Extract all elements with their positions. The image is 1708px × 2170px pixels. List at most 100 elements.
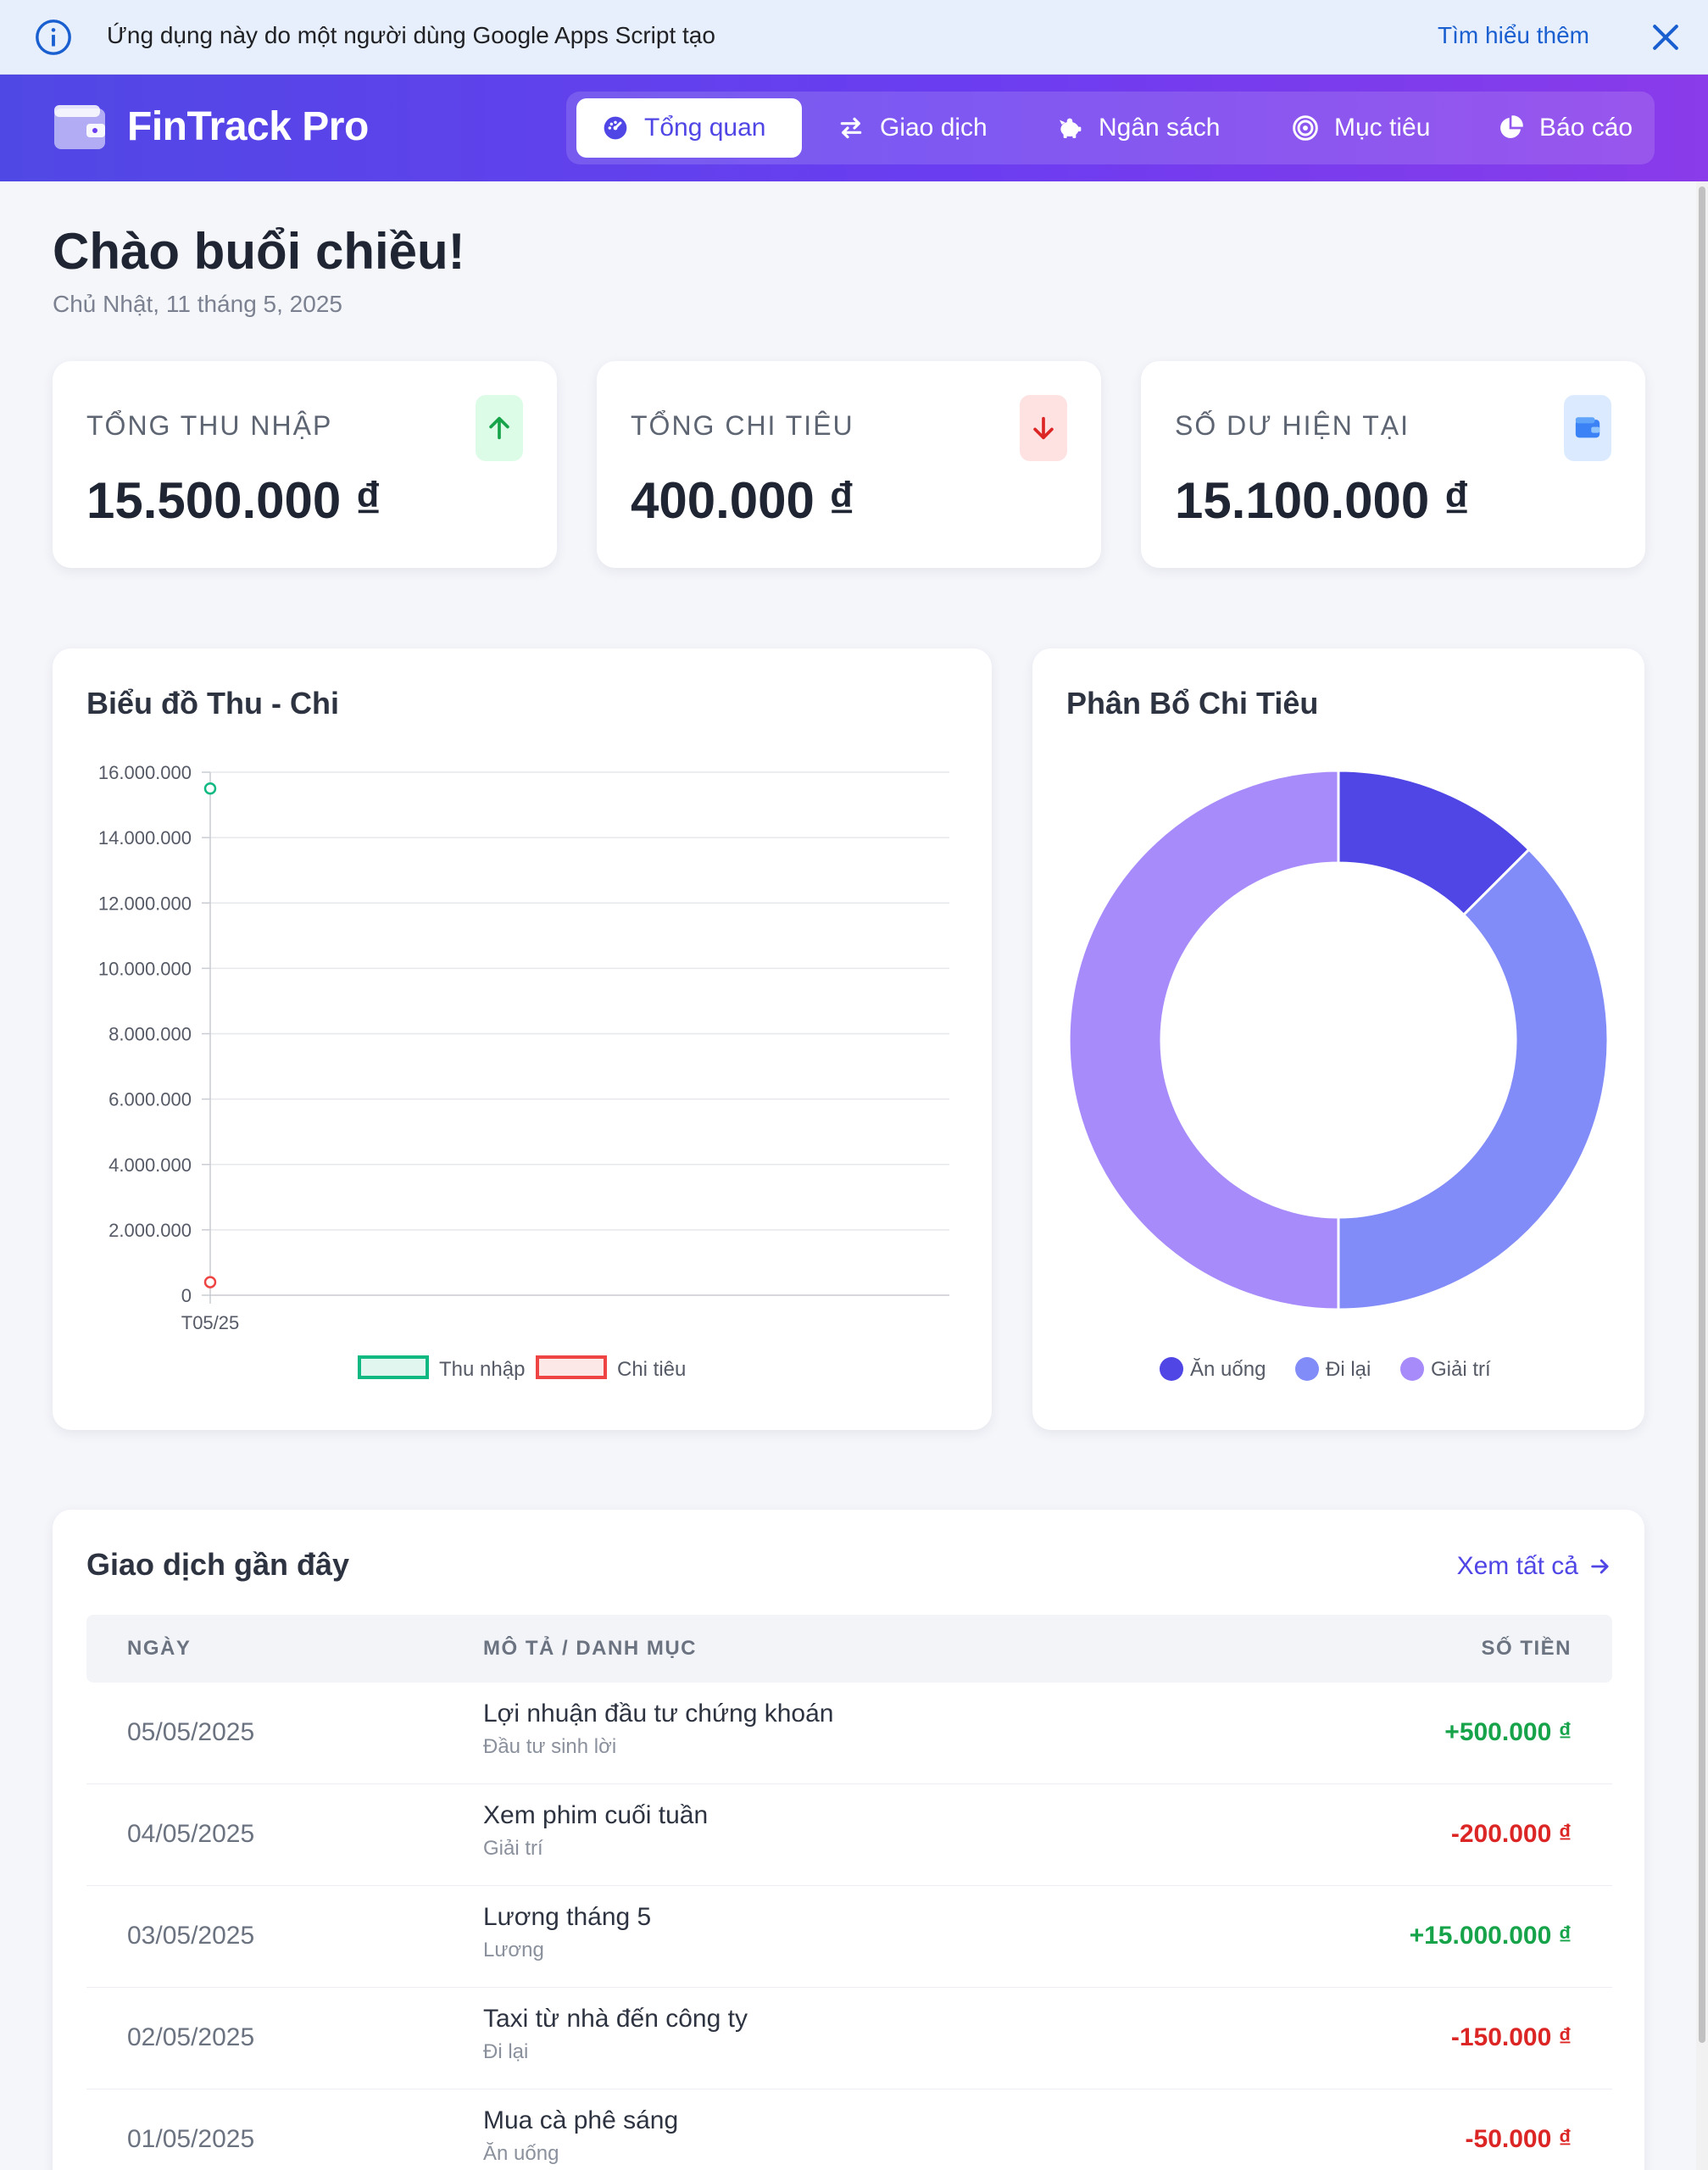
tab-overview-label: Tổng quan	[644, 114, 766, 142]
stat-card-income: TỔNG THU NHẬP 15.500.000 ₫	[53, 361, 557, 568]
table-header: NGÀY MÔ TẢ / DANH MỤC SỐ TIỀN	[86, 1615, 1612, 1683]
tab-goals[interactable]: Mục tiêu	[1266, 98, 1458, 158]
y-tick-label: 12.000.000	[98, 893, 192, 914]
row-amount: +15.000.000 ₫	[1409, 1922, 1572, 1950]
brand-name: FinTrack Pro	[127, 104, 369, 149]
legend-label: Thu nhập	[439, 1358, 525, 1381]
row-category: Đi lại	[483, 2040, 529, 2063]
donut-slice	[1337, 848, 1610, 1311]
stat-value: 15.100.000 ₫	[1175, 472, 1470, 529]
tab-budget[interactable]: Ngân sách	[1031, 98, 1248, 158]
tab-budget-label: Ngân sách	[1099, 114, 1221, 142]
tab-reports-label: Báo cáo	[1539, 114, 1633, 142]
row-description: Lương tháng 5	[483, 1903, 652, 1931]
gauge-icon	[604, 116, 627, 140]
recent-transactions-card: Giao dịch gần đây Xem tất cả NGÀY MÔ TẢ …	[53, 1510, 1644, 2170]
main-nav: Tổng quan Giao dịch Ngân sách Mục tiêu B…	[566, 92, 1655, 164]
row-category: Ăn uống	[483, 2142, 559, 2165]
pie-chart-icon	[1500, 115, 1523, 138]
stat-value: 400.000 ₫	[631, 472, 855, 529]
banner-message: Ứng dụng này do một người dùng Google Ap…	[107, 22, 715, 48]
row-amount: -150.000 ₫	[1450, 2023, 1572, 2051]
expense-donut-chart: Ăn uống Đi lại Giải trí	[1067, 769, 1610, 1381]
tab-goals-label: Mục tiêu	[1334, 114, 1431, 142]
app-header: FinTrack Pro Tổng quan Giao dịch Ngân sá…	[0, 75, 1708, 181]
info-banner: Ứng dụng này do một người dùng Google Ap…	[0, 0, 1708, 75]
row-description: Mua cà phê sáng	[483, 2106, 679, 2134]
stat-value: 15.500.000 ₫	[86, 472, 381, 529]
legend-swatch	[358, 1355, 429, 1379]
stat-icon-box	[476, 395, 523, 461]
transactions-title: Giao dịch gần đây	[86, 1547, 350, 1582]
row-amount: +500.000 ₫	[1444, 1718, 1572, 1746]
exchange-icon	[840, 117, 862, 139]
row-description: Xem phim cuối tuần	[483, 1801, 709, 1829]
page-scrollbar[interactable]	[1696, 181, 1708, 2170]
arrow-down-icon	[1033, 416, 1054, 440]
target-icon	[1293, 115, 1318, 141]
income-expense-chart-card: Biểu đồ Thu - Chi 0 2.000.000 4.000.000 6.0…	[53, 648, 992, 1430]
data-point	[203, 1276, 217, 1288]
y-tick-label: 14.000.000	[98, 827, 192, 849]
y-tick-label: 6.000.000	[108, 1089, 192, 1110]
y-tick-label: 4.000.000	[108, 1155, 192, 1176]
stat-icon-box	[1564, 395, 1611, 461]
table-row[interactable]: 04/05/2025 Xem phim cuối tuần Giải trí -…	[86, 1784, 1612, 1886]
table-row[interactable]: 01/05/2025 Mua cà phê sáng Ăn uống -50.0…	[86, 2089, 1612, 2170]
row-category: Lương	[483, 1939, 544, 1961]
info-icon	[36, 19, 71, 55]
table-row[interactable]: 02/05/2025 Taxi từ nhà đến công ty Đi lạ…	[86, 1988, 1612, 2089]
row-date: 03/05/2025	[127, 1922, 255, 1950]
tab-transactions-label: Giao dịch	[880, 114, 988, 142]
stat-label: TỔNG THU NHẬP	[86, 410, 333, 441]
legend-label: Chi tiêu	[617, 1358, 686, 1381]
stat-label: SỐ DƯ HIỆN TẠI	[1175, 410, 1410, 441]
header-date: NGÀY	[127, 1637, 192, 1660]
row-category: Đầu tư sinh lời	[483, 1735, 617, 1758]
row-amount: -200.000 ₫	[1450, 1820, 1572, 1848]
legend-swatch	[536, 1355, 607, 1379]
y-tick-label: 16.000.000	[98, 762, 192, 783]
header-description: MÔ TẢ / DANH MỤC	[483, 1637, 697, 1660]
piggy-bank-icon	[1060, 118, 1082, 138]
row-amount: -50.000 ₫	[1465, 2125, 1572, 2153]
stat-card-expense: TỔNG CHI TIÊU 400.000 ₫	[597, 361, 1101, 568]
tab-transactions[interactable]: Giao dịch	[812, 98, 1015, 158]
page-title: Chào buổi chiều!	[53, 223, 465, 280]
tab-overview[interactable]: Tổng quan	[576, 98, 802, 158]
arrow-up-icon	[489, 416, 509, 440]
row-date: 05/05/2025	[127, 1718, 255, 1746]
stat-icon-box	[1020, 395, 1067, 461]
row-description: Taxi từ nhà đến công ty	[483, 2005, 748, 2033]
legend-label: Giải trí	[1431, 1358, 1491, 1381]
x-tick-label: T05/25	[181, 1312, 240, 1333]
scrollbar-thumb[interactable]	[1699, 186, 1705, 2043]
y-tick-label: 8.000.000	[108, 1024, 192, 1045]
income-expense-line-chart: 0 2.000.000 4.000.000 6.000.000 8.000.000 10.…	[98, 762, 949, 1381]
donut-slice	[1067, 769, 1340, 1311]
expense-distribution-card: Phân Bổ Chi Tiêu Ăn uống Đi lại Giải trí	[1032, 648, 1644, 1430]
current-date: Chủ Nhật, 11 tháng 5, 2025	[53, 291, 342, 317]
row-category: Giải trí	[483, 1837, 543, 1860]
stat-label: TỔNG CHI TIÊU	[631, 410, 854, 441]
row-date: 02/05/2025	[127, 2023, 255, 2051]
view-all-label: Xem tất cả	[1456, 1552, 1578, 1580]
learn-more-link[interactable]: Tìm hiểu thêm	[1438, 22, 1589, 49]
table-row[interactable]: 05/05/2025 Lợi nhuận đầu tư chứng khoán …	[86, 1683, 1612, 1784]
header-amount: SỐ TIỀN	[1481, 1637, 1572, 1660]
y-tick-label: 2.000.000	[108, 1220, 192, 1241]
view-all-link[interactable]: Xem tất cả	[1457, 1552, 1612, 1581]
data-point	[203, 782, 217, 795]
tab-reports[interactable]: Báo cáo	[1472, 98, 1644, 158]
y-tick-label: 10.000.000	[98, 958, 192, 979]
wallet-icon	[1575, 417, 1600, 438]
legend-dot	[1400, 1357, 1424, 1381]
row-description: Lợi nhuận đầu tư chứng khoán	[483, 1700, 834, 1728]
legend-label: Đi lại	[1326, 1358, 1371, 1381]
close-icon[interactable]	[1647, 19, 1684, 56]
table-row[interactable]: 03/05/2025 Lương tháng 5 Lương +15.000.0…	[86, 1886, 1612, 1988]
row-date: 01/05/2025	[127, 2125, 255, 2153]
legend-label: Ăn uống	[1190, 1358, 1266, 1381]
wallet-logo-icon	[54, 105, 105, 149]
arrow-right-icon	[1591, 1559, 1609, 1574]
